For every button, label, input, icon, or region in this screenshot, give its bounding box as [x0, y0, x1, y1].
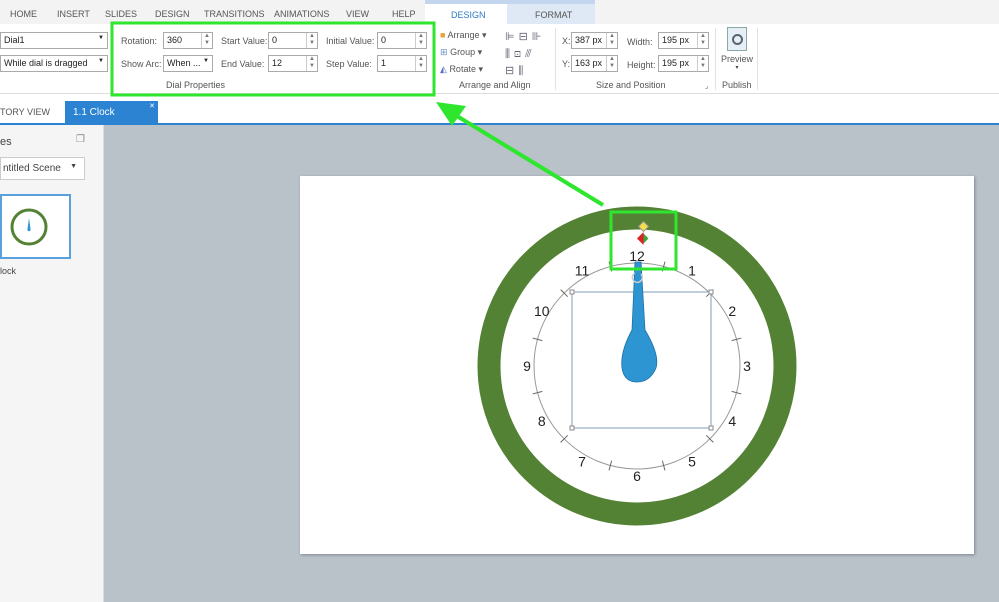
dial-needle[interactable]: [621, 261, 658, 383]
annotation-arrow: [450, 111, 605, 207]
resize-handle[interactable]: [569, 425, 575, 431]
clock-dial[interactable]: 121234567891011: [0, 0, 999, 602]
resize-handle[interactable]: [708, 425, 714, 431]
annotation-arrowhead: [436, 102, 466, 126]
clock-number: 10: [534, 303, 550, 319]
clock-number: 4: [728, 413, 736, 429]
clock-number: 11: [575, 263, 590, 279]
clock-number: 6: [633, 468, 641, 484]
clock-number: 2: [728, 303, 736, 319]
clock-number: 9: [523, 358, 531, 374]
resize-handle[interactable]: [708, 289, 714, 295]
clock-number: 8: [538, 413, 546, 429]
clock-number: 5: [688, 453, 696, 469]
value-handle-icon[interactable]: [637, 232, 644, 245]
clock-number: 3: [743, 358, 751, 374]
resize-handle[interactable]: [569, 289, 575, 295]
clock-number: 7: [578, 453, 586, 469]
clock-number: 1: [688, 263, 696, 279]
highlight-box-dial-properties: [110, 21, 436, 97]
